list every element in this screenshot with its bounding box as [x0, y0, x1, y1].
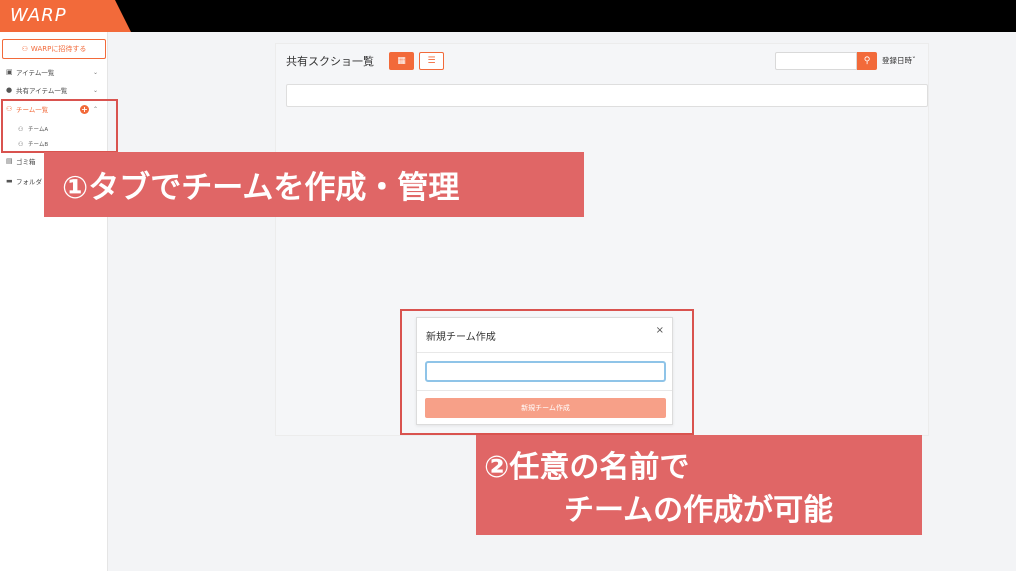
folder-icon: ▬: [6, 177, 13, 185]
new-team-modal: 新規チーム作成 × 新規チーム作成: [416, 317, 673, 425]
create-team-button[interactable]: 新規チーム作成: [425, 398, 666, 418]
sort-label: 登録日時: [882, 56, 912, 65]
callout-text: ①タブでチームを作成・管理: [62, 170, 460, 206]
search-icon: ⚲: [863, 56, 871, 66]
sort-dropdown[interactable]: 登録日時ˇ: [882, 55, 916, 66]
logo-area[interactable]: WARP: [0, 0, 131, 32]
sidebar-item-items[interactable]: ▣ アイテム一覧 ⌄: [0, 63, 106, 81]
sidebar-item-label: 共有アイテム一覧: [16, 87, 68, 95]
team-section-highlight: [1, 99, 118, 153]
callout-tab-info: ①タブでチームを作成・管理: [44, 152, 584, 217]
search-input[interactable]: [775, 52, 857, 70]
sidebar-item-label: ゴミ箱: [16, 158, 36, 166]
page-title: 共有スクショ一覧: [286, 55, 374, 68]
chevron-down-icon: ˇ: [912, 56, 916, 65]
team-name-input[interactable]: [425, 361, 666, 382]
grid-view-button[interactable]: ▦: [389, 52, 414, 70]
shared-user-icon: ●: [6, 86, 13, 94]
divider: [417, 352, 672, 353]
callout-text-line2: チームの作成が可能: [564, 493, 834, 528]
top-bar: WARP: [0, 0, 1016, 32]
invite-button[interactable]: ⚇ WARPに招待する: [2, 39, 106, 59]
app-logo: WARP: [10, 5, 67, 26]
chevron-down-icon: ⌄: [92, 86, 98, 94]
sidebar-item-label: フォルダ: [16, 178, 42, 186]
divider: [417, 390, 672, 391]
chevron-down-icon: ⌄: [92, 68, 98, 76]
search-button[interactable]: ⚲: [857, 52, 877, 70]
callout-text-line1: ②任意の名前で: [484, 450, 690, 485]
list-icon: ☰: [427, 56, 436, 66]
invite-label: WARPに招待する: [30, 45, 87, 53]
list-view-button[interactable]: ☰: [419, 52, 444, 70]
modal-title: 新規チーム作成: [426, 332, 496, 343]
items-icon: ▣: [6, 68, 13, 76]
add-user-icon: ⚇: [21, 45, 28, 53]
callout-name-info: ②任意の名前で チームの作成が可能: [476, 435, 922, 535]
close-icon[interactable]: ×: [656, 325, 664, 336]
grid-icon: ▦: [397, 56, 406, 66]
sidebar-item-shared-items[interactable]: ● 共有アイテム一覧 ⌄: [0, 81, 106, 99]
trash-icon: ▤: [6, 157, 13, 165]
sidebar-item-label: アイテム一覧: [16, 69, 55, 77]
filter-bar[interactable]: [286, 84, 928, 107]
